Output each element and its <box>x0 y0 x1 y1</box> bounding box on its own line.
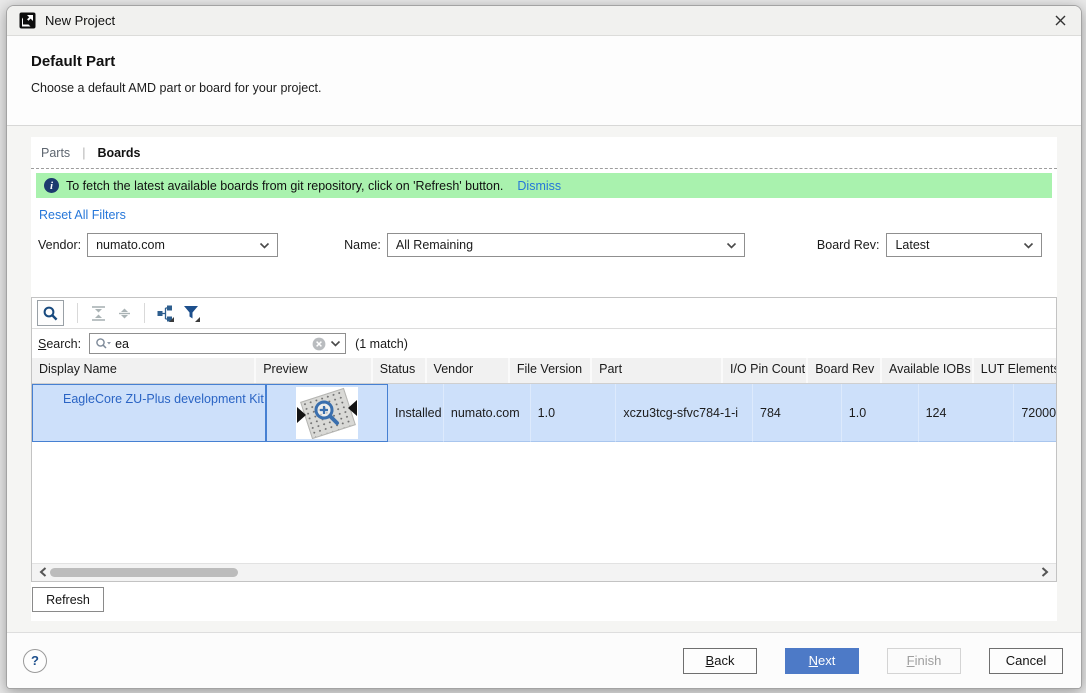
close-icon[interactable] <box>1051 12 1069 30</box>
horizontal-scrollbar[interactable] <box>32 563 1056 581</box>
name-label: Name: <box>344 238 381 252</box>
cell-vendor: numato.com <box>444 384 531 442</box>
table-toolbar <box>32 298 1056 329</box>
amd-logo-icon <box>19 12 36 29</box>
cell-file-version: 1.0 <box>531 384 617 442</box>
vendor-label: Vendor: <box>38 238 81 252</box>
combo-chevron-icon <box>726 238 737 252</box>
board-preview-image[interactable] <box>296 387 358 439</box>
combo-chevron-icon <box>259 238 270 252</box>
window-title: New Project <box>45 13 115 28</box>
reset-all-filters-link[interactable]: Reset All Filters <box>39 208 126 222</box>
info-banner-text: To fetch the latest available boards fro… <box>66 179 503 193</box>
parts-boards-tabs: Parts | Boards <box>31 137 1057 169</box>
cancel-button[interactable]: Cancel <box>989 648 1063 674</box>
table-row[interactable]: EagleCore ZU-Plus development Kit Instal… <box>32 384 1056 442</box>
board-rev-label: Board Rev: <box>817 238 880 252</box>
scroll-left-icon[interactable] <box>36 565 50 579</box>
dismiss-link[interactable]: Dismiss <box>517 179 561 193</box>
scroll-right-icon[interactable] <box>1038 565 1052 579</box>
tab-divider: | <box>82 146 85 160</box>
table-header-row: Display Name Preview Status Vendor File … <box>32 358 1056 384</box>
new-project-dialog: New Project Default Part Choose a defaul… <box>6 5 1082 689</box>
combo-chevron-icon <box>1023 238 1034 252</box>
collapse-all-icon[interactable] <box>85 300 111 326</box>
finish-button[interactable]: Finish <box>887 648 961 674</box>
cell-lut-elements: 72000 <box>1014 384 1056 442</box>
column-header-board-rev[interactable]: Board Rev <box>808 358 882 383</box>
filter-icon[interactable] <box>178 300 204 326</box>
help-icon[interactable]: ? <box>23 649 47 673</box>
search-label: Search: <box>38 337 81 351</box>
boards-table: Search: ea (1 match) <box>31 297 1057 582</box>
photo-corner-right <box>348 400 357 416</box>
column-header-status[interactable]: Status <box>373 358 427 383</box>
column-header-file-version[interactable]: File Version <box>510 358 592 383</box>
info-icon: i <box>44 178 59 193</box>
cell-part: xczu3tcg-sfvc784-1-i <box>616 384 753 442</box>
wizard-body: Parts | Boards i To fetch the latest ava… <box>7 126 1081 632</box>
column-header-part[interactable]: Part <box>592 358 723 383</box>
name-dropdown[interactable]: All Remaining <box>387 233 745 257</box>
photo-corner-left <box>297 407 306 423</box>
search-input-icon <box>95 337 111 350</box>
scrollbar-thumb[interactable] <box>50 568 238 577</box>
cell-status: Installed <box>388 384 444 442</box>
vendor-value: numato.com <box>96 238 259 252</box>
hierarchy-icon[interactable] <box>152 300 178 326</box>
column-header-display-name[interactable]: Display Name <box>32 358 256 383</box>
cell-available-iobs: 124 <box>919 384 1015 442</box>
clear-icon[interactable] <box>312 337 326 351</box>
search-row: Search: ea (1 match) <box>32 329 1056 358</box>
cell-board-rev: 1.0 <box>842 384 919 442</box>
title-bar: New Project <box>7 6 1081 36</box>
name-value: All Remaining <box>396 238 726 252</box>
search-value: ea <box>115 337 312 351</box>
board-rev-value: Latest <box>895 238 1023 252</box>
toolbar-divider <box>77 303 78 323</box>
search-match-count: (1 match) <box>355 337 408 351</box>
wizard-footer: ? Back Next Finish Cancel <box>7 632 1081 688</box>
cell-display-name: EagleCore ZU-Plus development Kit <box>32 384 266 442</box>
expand-all-icon[interactable] <box>111 300 137 326</box>
next-button[interactable]: Next <box>785 648 859 674</box>
back-button[interactable]: Back <box>683 648 757 674</box>
boards-panel: Parts | Boards i To fetch the latest ava… <box>31 137 1057 621</box>
page-subtitle: Choose a default AMD part or board for y… <box>31 81 1081 95</box>
refresh-button[interactable]: Refresh <box>32 587 104 612</box>
wizard-buttons: Back Next Finish Cancel <box>683 648 1063 674</box>
filter-row: Vendor: numato.com Name: All Remaining B… <box>31 233 1057 257</box>
column-header-preview[interactable]: Preview <box>256 358 373 383</box>
wizard-page-header: Default Part Choose a default AMD part o… <box>7 36 1081 126</box>
tab-boards[interactable]: Boards <box>97 146 140 160</box>
info-banner: i To fetch the latest available boards f… <box>36 173 1052 198</box>
column-header-vendor[interactable]: Vendor <box>427 358 510 383</box>
board-rev-dropdown[interactable]: Latest <box>886 233 1042 257</box>
search-icon[interactable] <box>37 300 64 326</box>
vendor-dropdown[interactable]: numato.com <box>87 233 278 257</box>
page-title: Default Part <box>31 53 1081 70</box>
cell-io-pin-count: 784 <box>753 384 842 442</box>
cell-preview <box>266 384 388 442</box>
table-empty-area <box>32 442 1056 563</box>
zoom-in-icon <box>313 399 341 430</box>
column-header-lut-elements[interactable]: LUT Elements <box>974 358 1056 383</box>
search-history-chevron-icon[interactable] <box>330 340 341 347</box>
column-header-io-pin-count[interactable]: I/O Pin Count <box>723 358 808 383</box>
toolbar-divider <box>144 303 145 323</box>
column-header-available-iobs[interactable]: Available IOBs <box>882 358 974 383</box>
tab-parts[interactable]: Parts <box>41 146 70 160</box>
search-input[interactable]: ea <box>89 333 346 354</box>
